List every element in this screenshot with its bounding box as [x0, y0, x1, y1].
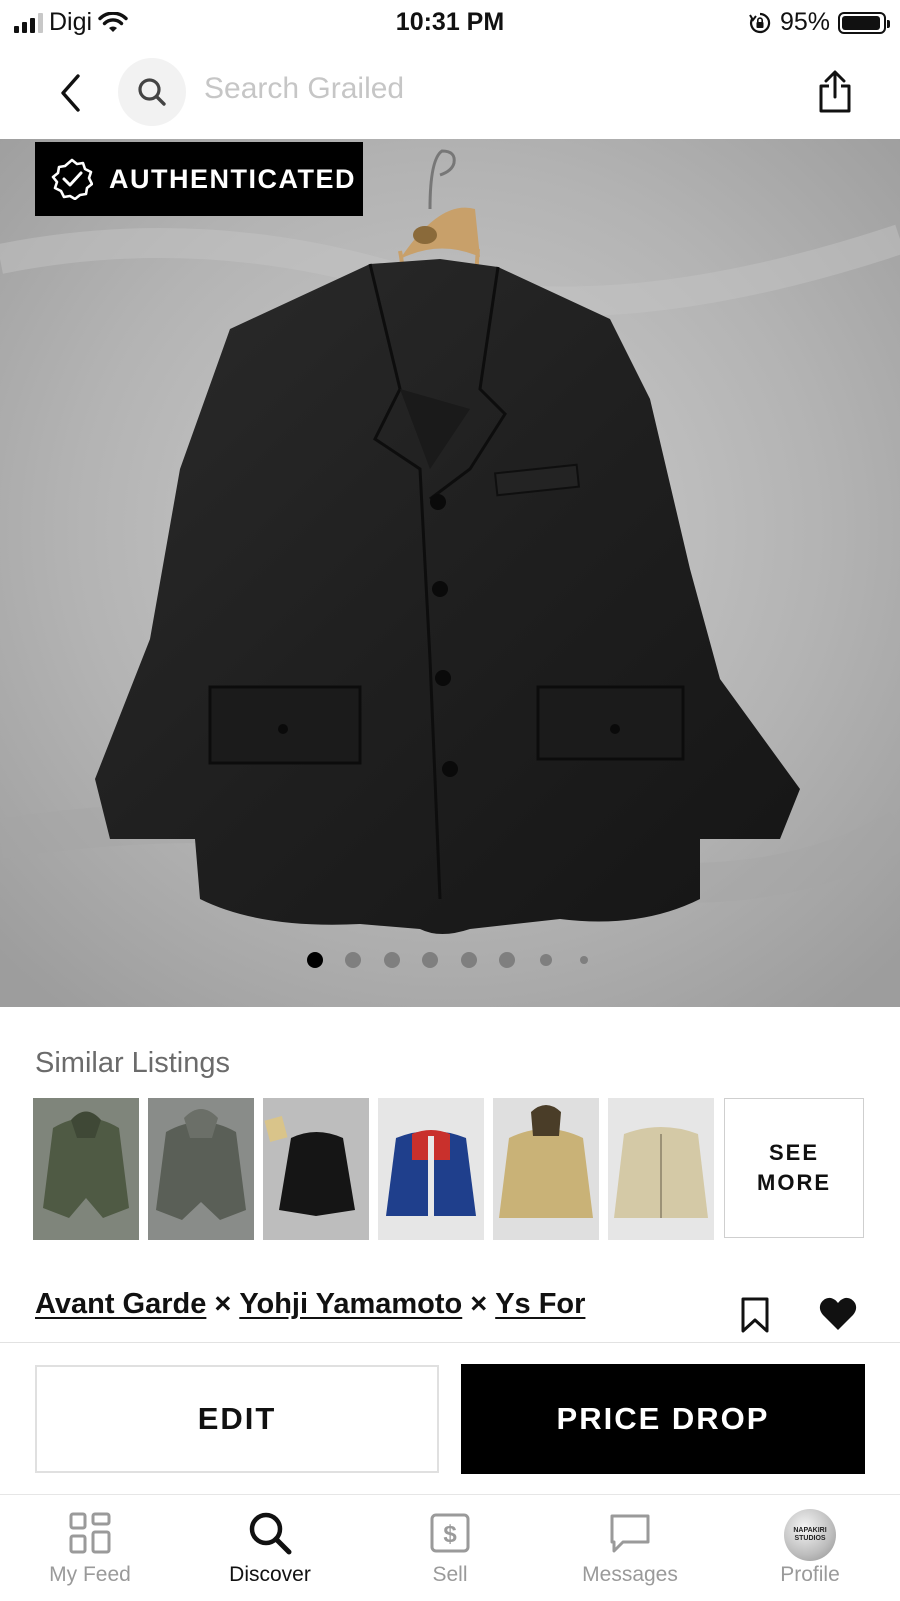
- listing-photo[interactable]: AUTHENTICATED: [0, 139, 900, 1007]
- tab-label: Profile: [780, 1563, 840, 1586]
- share-button[interactable]: [810, 66, 860, 118]
- search-input[interactable]: Search Grailed: [204, 72, 404, 106]
- back-button[interactable]: [50, 68, 90, 118]
- similar-listings-title: Similar Listings: [35, 1047, 230, 1079]
- pager-dot[interactable]: [345, 952, 361, 968]
- designer-line: Avant Garde × Yohji Yamamoto × Ys For: [35, 1288, 585, 1321]
- avatar-text-line1: NAPAKIRI: [793, 1527, 827, 1534]
- svg-text:$: $: [443, 1521, 457, 1548]
- back-icon: [61, 74, 80, 112]
- pager-dot[interactable]: [540, 954, 552, 966]
- similar-listing-thumbnail[interactable]: [263, 1098, 369, 1240]
- tab-discover[interactable]: Discover: [180, 1495, 360, 1601]
- top-nav: Search Grailed: [0, 50, 900, 138]
- bottom-tab-bar: My Feed Discover $ Sell Messages NAPAKIR…: [0, 1494, 900, 1601]
- pager-dot[interactable]: [499, 952, 515, 968]
- tab-sell[interactable]: $ Sell: [360, 1495, 540, 1601]
- see-more-button[interactable]: SEE MORE: [724, 1098, 864, 1238]
- heart-icon: [819, 1297, 857, 1330]
- similar-listing-thumbnail[interactable]: [33, 1098, 139, 1240]
- feed-icon: [69, 1512, 111, 1554]
- tab-label: Discover: [229, 1563, 311, 1586]
- tab-messages[interactable]: Messages: [540, 1495, 720, 1601]
- designer-separator: ×: [214, 1288, 232, 1320]
- avatar-text-line2: STUDIOS: [794, 1535, 826, 1542]
- orientation-lock-icon: [749, 12, 771, 33]
- similar-listing-thumbnail[interactable]: [608, 1098, 714, 1240]
- see-more-line1: SEE: [768, 1140, 820, 1165]
- battery-icon: [838, 11, 890, 34]
- avatar: NAPAKIRI STUDIOS: [784, 1509, 836, 1561]
- designer-link[interactable]: Ys For: [495, 1288, 585, 1320]
- battery-percent: 95%: [779, 8, 830, 36]
- pager-dot[interactable]: [461, 952, 477, 968]
- status-bar: Digi 10:31 PM 95%: [0, 0, 900, 46]
- similar-listing-thumbnail[interactable]: [378, 1098, 484, 1240]
- tab-profile[interactable]: NAPAKIRI STUDIOS Profile: [720, 1495, 900, 1601]
- tab-label: My Feed: [49, 1563, 131, 1586]
- authenticated-badge[interactable]: AUTHENTICATED: [35, 142, 363, 216]
- pager-dot[interactable]: [580, 956, 588, 964]
- tab-label: Sell: [432, 1563, 468, 1586]
- save-button[interactable]: [738, 1296, 772, 1334]
- price-drop-button[interactable]: PRICE DROP: [461, 1364, 865, 1474]
- bookmark-icon: [741, 1297, 769, 1333]
- share-icon: [819, 70, 851, 113]
- pager-dot[interactable]: [422, 952, 438, 968]
- designer-link[interactable]: Yohji Yamamoto: [239, 1288, 462, 1320]
- tab-my-feed[interactable]: My Feed: [0, 1495, 180, 1601]
- seller-action-bar: EDIT PRICE DROP: [0, 1342, 900, 1493]
- image-pager[interactable]: [0, 952, 900, 968]
- search-icon: [138, 78, 166, 106]
- similar-listing-thumbnail[interactable]: [148, 1098, 254, 1240]
- favorite-button[interactable]: [818, 1294, 858, 1334]
- dollar-tag-icon: $: [430, 1513, 470, 1553]
- designer-separator: ×: [470, 1288, 488, 1320]
- tab-label: Messages: [582, 1563, 678, 1586]
- chat-bubble-icon: [610, 1514, 650, 1553]
- pager-dot[interactable]: [384, 952, 400, 968]
- status-right: 95%: [748, 8, 890, 37]
- authenticated-label: AUTHENTICATED: [109, 163, 356, 194]
- verified-badge-icon: [51, 158, 93, 200]
- jacket-photo: [0, 139, 900, 1007]
- edit-button[interactable]: EDIT: [35, 1365, 439, 1473]
- designer-link[interactable]: Avant Garde: [35, 1288, 206, 1320]
- pager-dot[interactable]: [307, 952, 323, 968]
- search-icon: [249, 1512, 292, 1555]
- search-button[interactable]: [118, 58, 186, 126]
- see-more-line2: MORE: [757, 1170, 831, 1195]
- similar-listing-thumbnail[interactable]: [493, 1098, 599, 1240]
